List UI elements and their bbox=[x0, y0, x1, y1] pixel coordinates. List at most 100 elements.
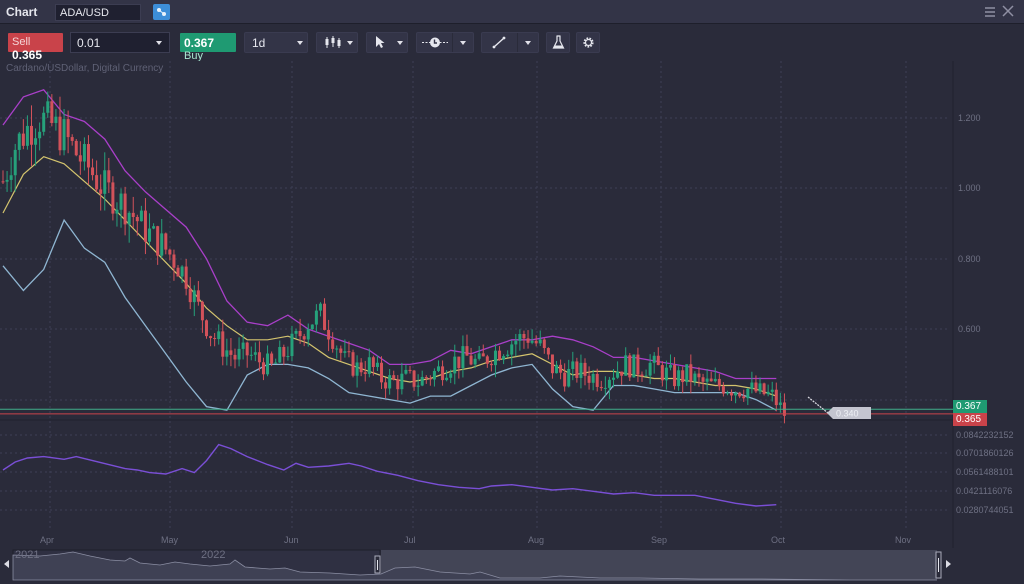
window-titlebar: Chart bbox=[0, 0, 1024, 24]
candle-body bbox=[754, 382, 758, 392]
candle-body bbox=[380, 362, 384, 383]
candle-body bbox=[461, 346, 465, 369]
chevron-down-icon bbox=[397, 41, 403, 45]
candle-body bbox=[628, 355, 632, 378]
timeframe-select[interactable]: 1d bbox=[244, 32, 308, 53]
hamburger-menu-icon[interactable] bbox=[984, 6, 996, 18]
candle-body bbox=[1, 181, 5, 183]
candle-body bbox=[111, 182, 115, 214]
studies-button[interactable] bbox=[546, 32, 570, 53]
candle-body bbox=[327, 329, 331, 340]
chart-type-button[interactable] bbox=[316, 32, 358, 53]
settings-button[interactable] bbox=[576, 32, 600, 53]
candle-body bbox=[709, 378, 713, 382]
candle-body bbox=[652, 355, 656, 363]
candle-body bbox=[237, 348, 241, 360]
indicator-axis-label: 0.0421116076 bbox=[956, 486, 1013, 496]
chevron-down-icon bbox=[347, 41, 353, 45]
scroll-right-arrow-icon[interactable] bbox=[946, 560, 951, 568]
cursor-tool-button[interactable] bbox=[366, 32, 408, 53]
candle-body bbox=[225, 350, 229, 357]
candle-body bbox=[571, 361, 575, 369]
bid-price-tag: 0.365 bbox=[953, 413, 987, 426]
candle-body bbox=[107, 170, 111, 183]
candle-body bbox=[164, 233, 168, 250]
candlestick bbox=[632, 354, 636, 378]
candlestick bbox=[74, 139, 78, 157]
indicator-axis-label: 0.0280744051 bbox=[956, 505, 1014, 515]
candle-body bbox=[408, 369, 412, 371]
candle-body bbox=[742, 396, 746, 399]
candle-body bbox=[774, 389, 778, 406]
candle-body bbox=[123, 193, 127, 225]
candlestick bbox=[351, 349, 355, 378]
candle-body bbox=[160, 233, 164, 256]
candle-body bbox=[778, 402, 782, 406]
candle-body bbox=[738, 392, 742, 397]
candle-body bbox=[196, 290, 200, 302]
candle-body bbox=[384, 382, 388, 389]
candle-body bbox=[213, 338, 217, 340]
candle-body bbox=[278, 346, 282, 363]
candle-body bbox=[245, 342, 249, 356]
buy-button[interactable]: 0.367 Buy bbox=[180, 33, 236, 62]
close-icon[interactable] bbox=[1002, 5, 1014, 17]
candle-body bbox=[685, 364, 689, 383]
candle-body bbox=[261, 362, 265, 375]
symbol-input[interactable] bbox=[55, 4, 141, 21]
price-chart[interactable]: 0.340 bbox=[0, 61, 1024, 584]
chevron-down-icon[interactable] bbox=[460, 41, 466, 45]
x-axis-label: Sep bbox=[651, 535, 668, 545]
candle-body bbox=[493, 350, 497, 366]
sell-button[interactable]: Sell 0.365 bbox=[8, 33, 63, 62]
candle-body bbox=[9, 175, 13, 180]
candle-body bbox=[249, 354, 253, 356]
link-button[interactable] bbox=[153, 4, 170, 20]
x-axis-label: Apr bbox=[40, 535, 55, 545]
candle-body bbox=[432, 370, 436, 380]
sell-label: Sell bbox=[12, 36, 31, 48]
candle-body bbox=[534, 340, 538, 344]
candle-body bbox=[347, 351, 351, 353]
candle-body bbox=[567, 368, 571, 387]
scroll-left-arrow-icon[interactable] bbox=[4, 560, 9, 568]
timeframe-value: 1d bbox=[252, 36, 266, 50]
candle-body bbox=[469, 355, 473, 365]
candle-body bbox=[660, 365, 664, 381]
candle-body bbox=[74, 140, 78, 156]
candle-body bbox=[416, 385, 420, 387]
candle-body bbox=[424, 376, 428, 379]
candle-body bbox=[473, 358, 477, 365]
chevron-down-icon[interactable] bbox=[525, 41, 531, 45]
candle-body bbox=[681, 370, 685, 383]
candle-body bbox=[412, 370, 416, 387]
candle-body bbox=[95, 175, 99, 190]
candle-body bbox=[78, 155, 82, 162]
candle-body bbox=[428, 378, 432, 380]
candle-body bbox=[677, 370, 681, 387]
candle-body bbox=[99, 189, 103, 194]
candle-body bbox=[17, 133, 21, 150]
candle-body bbox=[5, 179, 9, 182]
indicator-axis-label: 0.0842232152 bbox=[956, 430, 1014, 440]
candle-body bbox=[253, 352, 257, 355]
draw-tool-button[interactable] bbox=[481, 32, 539, 53]
candle-body bbox=[705, 378, 709, 382]
candle-body bbox=[632, 354, 636, 378]
candle-body bbox=[176, 267, 180, 277]
quantity-select[interactable]: 0.01 bbox=[70, 32, 170, 53]
candle-body bbox=[538, 339, 542, 344]
candle-body bbox=[449, 373, 453, 378]
candle-body bbox=[546, 348, 550, 355]
candle-body bbox=[689, 364, 693, 382]
candle-body bbox=[200, 301, 204, 321]
candle-body bbox=[445, 377, 449, 381]
chevron-down-icon bbox=[297, 41, 303, 45]
candle-body bbox=[233, 354, 237, 360]
candle-body bbox=[172, 254, 176, 268]
candle-body bbox=[506, 354, 510, 357]
candle-body bbox=[693, 373, 697, 382]
candle-body bbox=[514, 340, 518, 345]
candle-body bbox=[168, 249, 172, 255]
time-tool-button[interactable] bbox=[416, 32, 474, 53]
